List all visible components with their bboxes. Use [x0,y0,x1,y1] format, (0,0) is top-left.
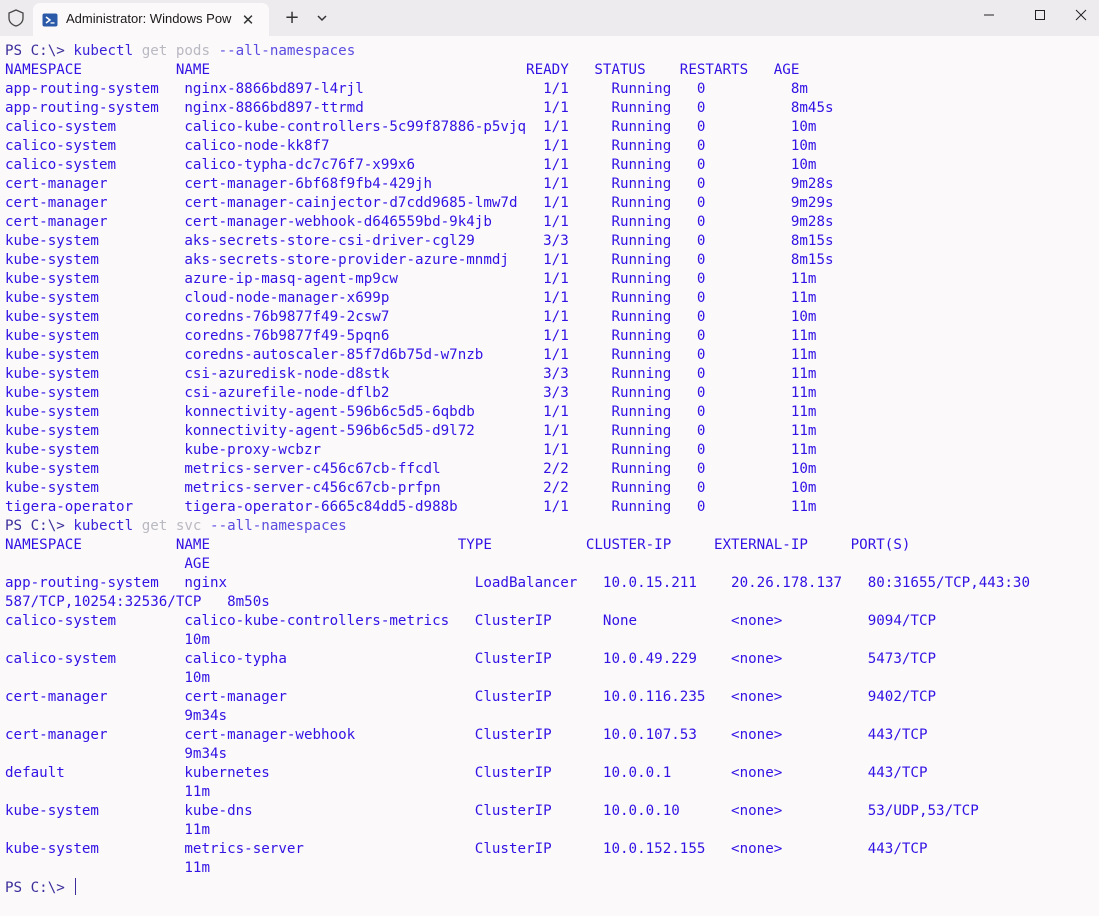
minimize-button[interactable] [966,0,1012,30]
close-tab-button[interactable]: ✕ [237,9,259,31]
tab-title: Administrator: Windows Powe [66,11,232,26]
pod-row: kube-system metrics-server-c456c67cb-ffc… [5,461,817,477]
pod-row: kube-system azure-ip-masq-agent-mp9cw 1/… [5,271,817,287]
command-name: kubectl [73,518,134,534]
svc-header-wrap: AGE [5,556,210,572]
service-row: kube-system metrics-server ClusterIP 10.… [5,841,928,857]
service-row: calico-system calico-kube-controllers-me… [5,613,937,629]
command-name: kubectl [73,43,134,59]
pod-row: kube-system konnectivity-agent-596b6c5d5… [5,404,817,420]
pod-row: tigera-operator tigera-operator-6665c84d… [5,499,817,515]
pod-row: kube-system aks-secrets-store-csi-driver… [5,233,834,249]
command-line: PS C:\> kubectl get pods --all-namespace… [5,42,1095,61]
chevron-down-icon[interactable] [310,6,334,30]
minimize-icon [984,14,994,16]
pod-row: kube-system konnectivity-agent-596b6c5d5… [5,423,817,439]
pod-row: kube-system coredns-autoscaler-85f7d6b75… [5,347,817,363]
pod-row: cert-manager cert-manager-cainjector-d7c… [5,195,834,211]
service-row: 10m [5,670,210,686]
maximize-button[interactable] [1017,0,1063,30]
prompt: PS C:\> [5,518,65,534]
pod-row: kube-system metrics-server-c456c67cb-prf… [5,480,817,496]
pod-row: kube-system coredns-76b9877f49-2csw7 1/1… [5,309,817,325]
pod-row: kube-system csi-azuredisk-node-d8stk 3/3… [5,366,817,382]
pods-header: NAMESPACE NAME READY STATUS RESTARTS AGE [5,62,800,78]
powershell-icon [42,13,58,27]
service-row: 9m34s [5,708,228,724]
pod-row: calico-system calico-typha-dc7c76f7-x99x… [5,157,817,173]
service-row: 9m34s [5,746,228,762]
new-tab-button[interactable]: + [280,6,304,30]
service-row: default kubernetes ClusterIP 10.0.0.1 <n… [5,765,928,781]
title-bar: Administrator: Windows Powe ✕ + [0,0,1099,36]
prompt: PS C:\> [5,43,65,59]
pod-row: cert-manager cert-manager-6bf68f9fb4-429… [5,176,834,192]
pod-row: app-routing-system nginx-8866bd897-l4rjl… [5,81,808,97]
service-row: kube-system kube-dns ClusterIP 10.0.0.10… [5,803,979,819]
command-line: PS C:\> kubectl get svc --all-namespaces [5,517,1095,536]
pod-row: kube-system cloud-node-manager-x699p 1/1… [5,290,817,306]
prompt: PS C:\> [5,880,65,896]
service-row: cert-manager cert-manager-webhook Cluste… [5,727,928,743]
service-row: calico-system calico-typha ClusterIP 10.… [5,651,937,667]
shield-icon [8,9,24,27]
service-row: 11m [5,822,210,838]
pod-row: calico-system calico-kube-controllers-5c… [5,119,817,135]
svc-header: NAMESPACE NAME TYPE CLUSTER-IP EXTERNAL-… [5,537,911,553]
tab-powershell[interactable]: Administrator: Windows Powe ✕ [33,3,269,36]
text-cursor [75,878,77,895]
pod-row: cert-manager cert-manager-webhook-d64655… [5,214,834,230]
close-icon [1075,9,1087,21]
final-prompt-line: PS C:\> [5,878,1095,897]
service-row: 11m [5,860,210,876]
pod-row: kube-system aks-secrets-store-provider-a… [5,252,834,268]
command-flag: --all-namespaces [210,518,347,534]
service-row: 587/TCP,10254:32536/TCP 8m50s [5,594,270,610]
pod-row: app-routing-system nginx-8866bd897-ttrmd… [5,100,834,116]
command-args: get pods [141,43,211,59]
close-window-button[interactable] [1058,0,1099,30]
pod-row: kube-system kube-proxy-wcbzr 1/1 Running… [5,442,817,458]
service-row: 10m [5,632,210,648]
maximize-icon [1035,10,1045,20]
service-row: cert-manager cert-manager ClusterIP 10.0… [5,689,937,705]
terminal-output[interactable]: PS C:\> kubectl get pods --all-namespace… [5,42,1095,912]
command-flag: --all-namespaces [218,43,356,59]
pod-row: kube-system csi-azurefile-node-dflb2 3/3… [5,385,817,401]
pod-row: kube-system coredns-76b9877f49-5pqn6 1/1… [5,328,817,344]
service-row: 11m [5,784,210,800]
service-row: app-routing-system nginx LoadBalancer 10… [5,575,1030,591]
command-args: get svc [141,518,202,534]
pod-row: calico-system calico-node-kk8f7 1/1 Runn… [5,138,817,154]
